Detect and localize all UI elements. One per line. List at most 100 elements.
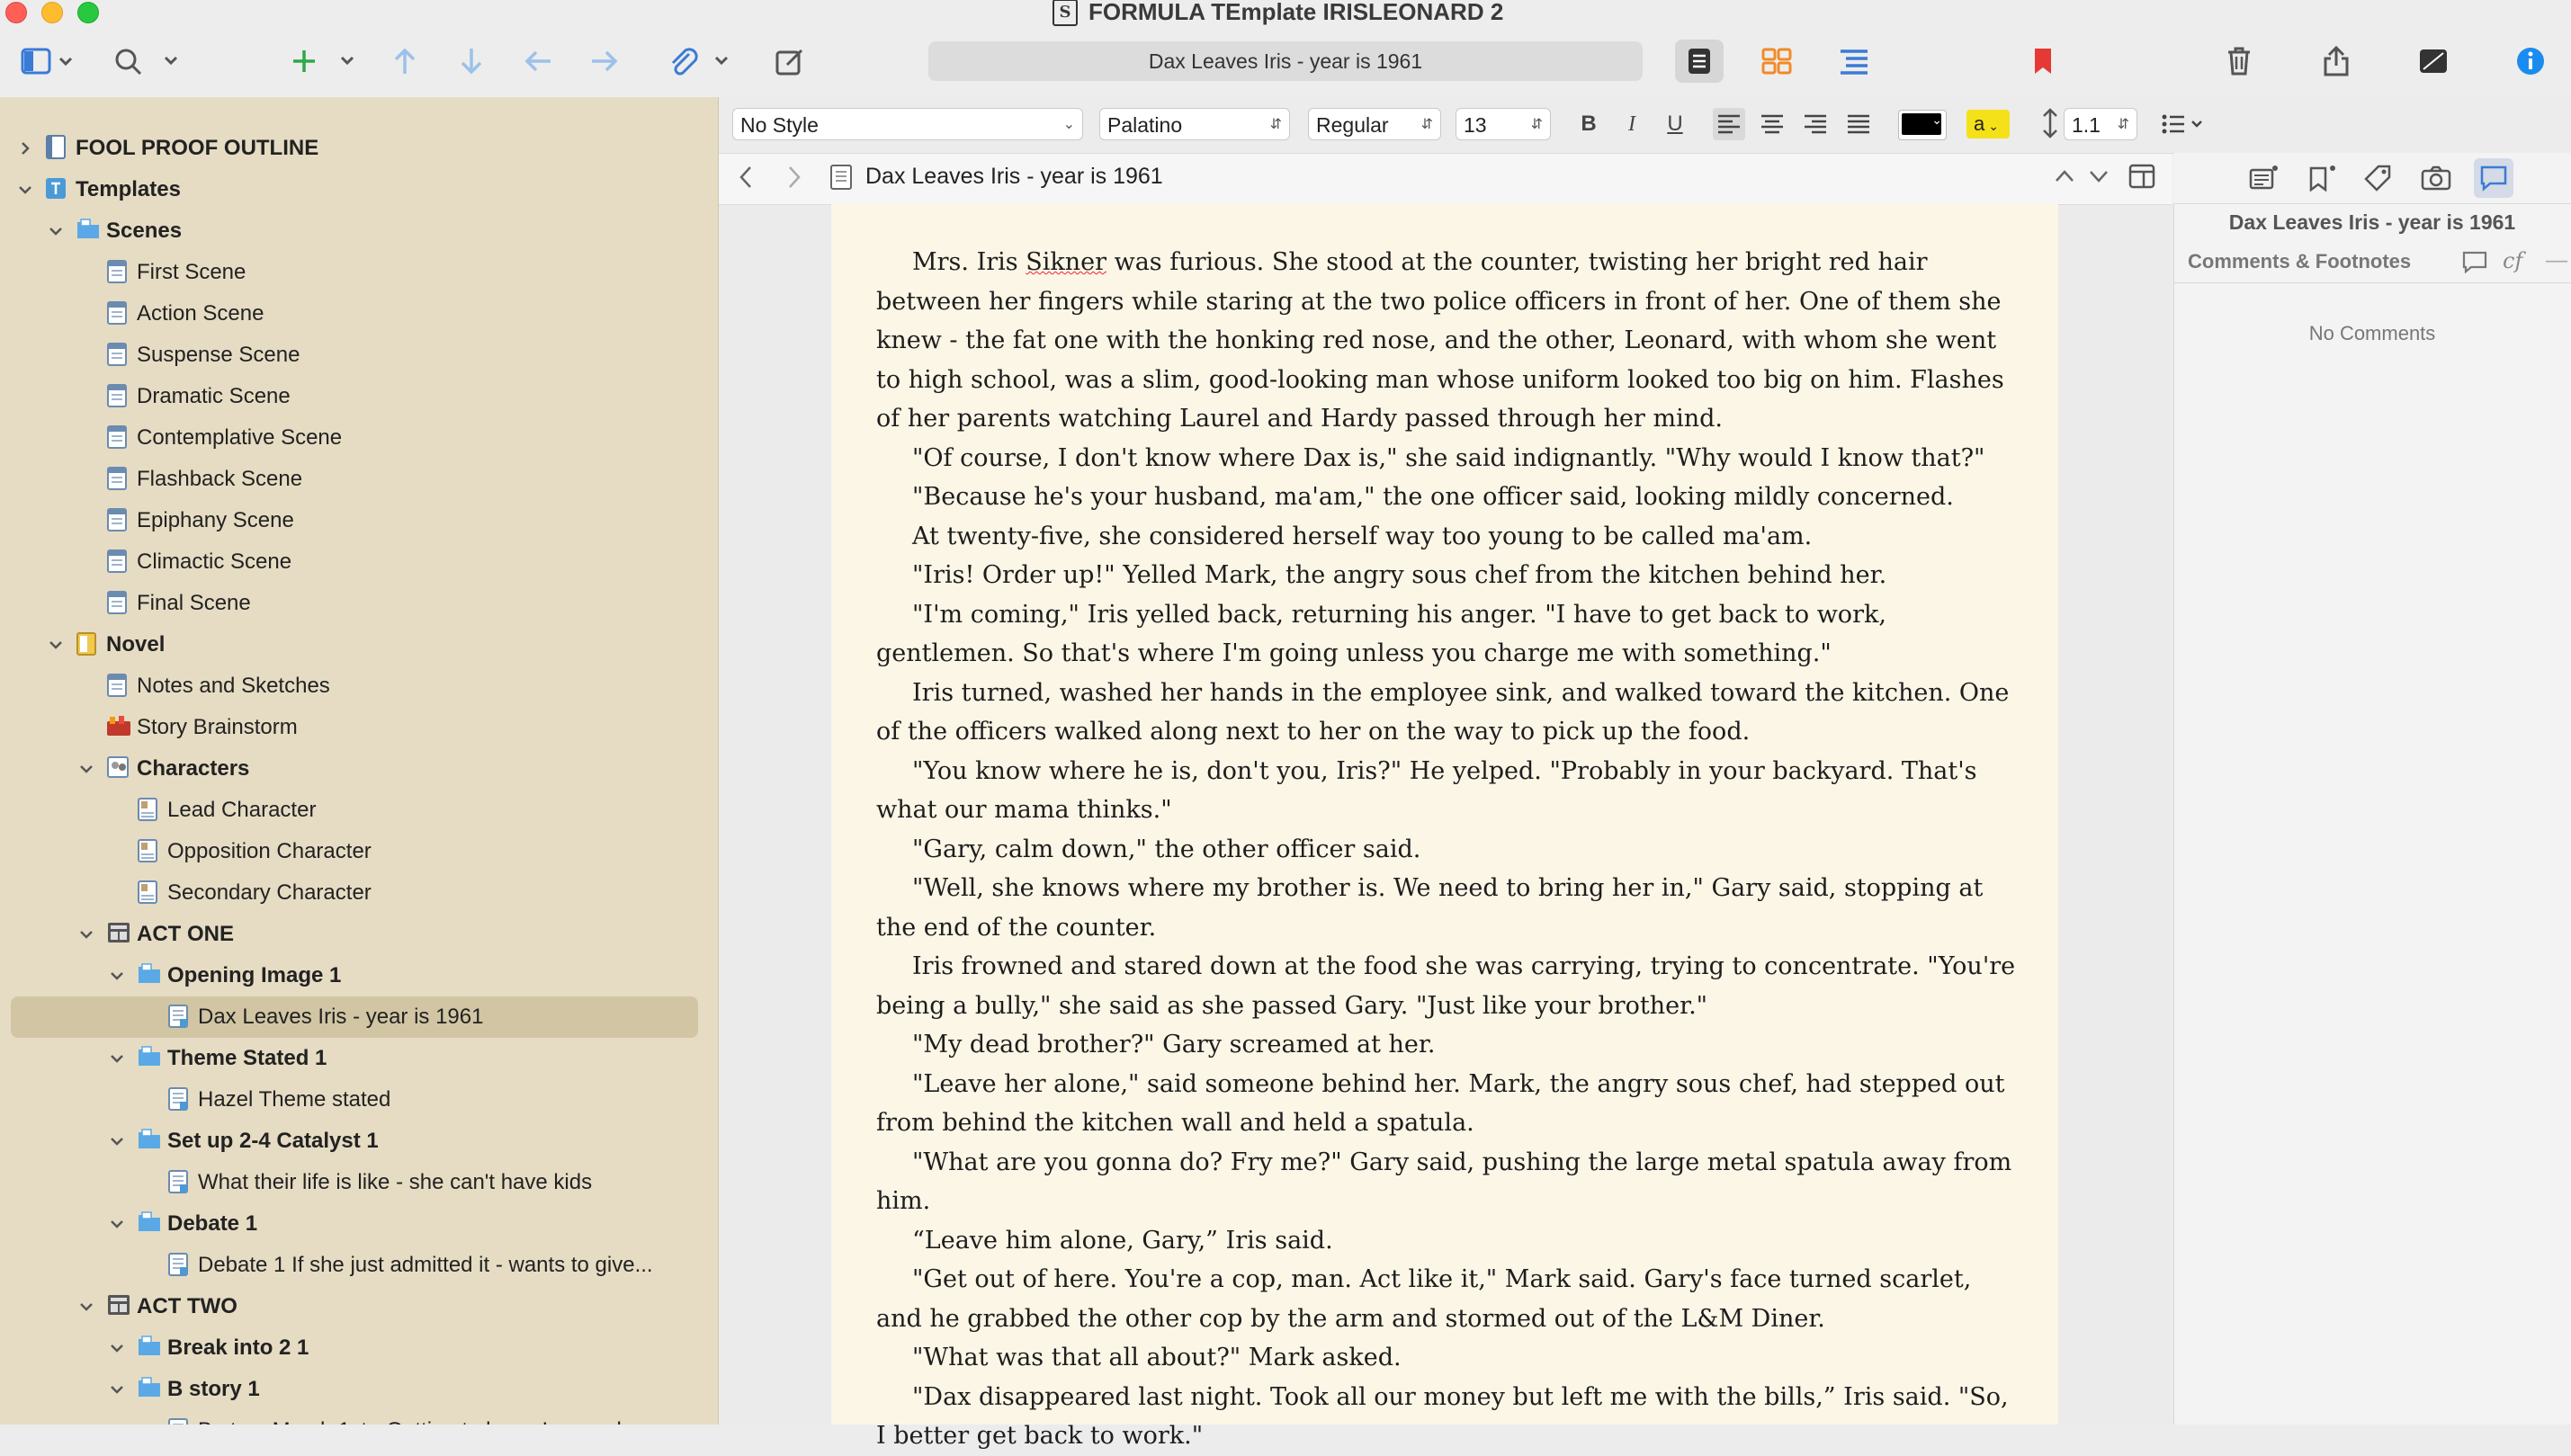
underline-button[interactable]: U xyxy=(1659,108,1691,140)
document-title-pill[interactable]: Dax Leaves Iris - year is 1961 xyxy=(928,41,1643,81)
binder-item[interactable]: B-story March 1st - Getting to know Leon… xyxy=(0,1410,718,1425)
snapshots-tab[interactable] xyxy=(2416,158,2456,198)
binder-item[interactable]: Flashback Scene xyxy=(0,459,718,500)
disclosure-expanded-icon[interactable] xyxy=(108,1339,126,1357)
disclosure-expanded-icon[interactable] xyxy=(16,181,34,199)
navigate-forward-button[interactable] xyxy=(783,164,804,195)
bookmarks-tab[interactable] xyxy=(2301,158,2341,198)
list-style-button[interactable] xyxy=(2157,108,2211,140)
binder-item[interactable]: Scenes xyxy=(0,210,718,252)
binder-item[interactable]: Contemplative Scene xyxy=(0,417,718,459)
binder-item[interactable]: Opposition Character xyxy=(0,831,718,872)
disclosure-expanded-icon[interactable] xyxy=(47,636,65,654)
split-editor-button[interactable] xyxy=(2128,164,2155,193)
disclosure-expanded-icon[interactable] xyxy=(77,760,95,778)
disclosure-expanded-icon[interactable] xyxy=(108,1215,126,1233)
misspelled-word[interactable]: Sikner xyxy=(1026,248,1106,276)
highlight-color-well[interactable]: a ⌄ xyxy=(1966,110,2010,138)
add-footnote-button[interactable]: cf xyxy=(2503,248,2522,273)
binder-item[interactable]: B story 1 xyxy=(0,1369,718,1410)
binder-item[interactable]: Debate 1 xyxy=(0,1203,718,1245)
move-left-button[interactable] xyxy=(520,40,556,83)
binder-item[interactable]: Lead Character xyxy=(0,790,718,831)
binder-item[interactable]: Novel xyxy=(0,624,718,665)
notes-tab[interactable] xyxy=(2244,158,2283,198)
bold-button[interactable]: B xyxy=(1572,108,1605,140)
binder-item[interactable]: Dramatic Scene xyxy=(0,376,718,417)
comments-tab[interactable] xyxy=(2474,158,2513,198)
font-size-field[interactable]: 13 ⇵ xyxy=(1456,108,1551,140)
character-sheet-icon xyxy=(137,880,160,905)
binder-item[interactable]: First Scene xyxy=(0,252,718,293)
disclosure-expanded-icon[interactable] xyxy=(47,222,65,240)
attachment-button[interactable] xyxy=(666,40,734,83)
bookmarks-button[interactable] xyxy=(2019,40,2067,83)
outline-view-button[interactable] xyxy=(1830,40,1878,83)
window-zoom-button[interactable] xyxy=(77,2,99,23)
binder-item[interactable]: Debate 1 If she just admitted it - wants… xyxy=(0,1245,718,1286)
binder-item[interactable]: Theme Stated 1 xyxy=(0,1038,718,1079)
share-button[interactable] xyxy=(2312,40,2360,83)
binder-item[interactable]: FOOL PROOF OUTLINE xyxy=(0,128,718,169)
paragraph-style-select[interactable]: No Style ⌄ xyxy=(732,108,1083,140)
remove-comment-button[interactable]: — xyxy=(2546,248,2567,273)
binder-item[interactable]: Epiphany Scene xyxy=(0,500,718,541)
trash-button[interactable] xyxy=(2215,40,2263,83)
add-comment-button[interactable] xyxy=(2461,250,2488,280)
disclosure-expanded-icon[interactable] xyxy=(77,1298,95,1316)
binder-item[interactable]: Break into 2 1 xyxy=(0,1327,718,1369)
binder-item[interactable]: Notes and Sketches xyxy=(0,665,718,707)
view-sidebar-button[interactable] xyxy=(16,40,79,83)
line-spacing-field[interactable]: 1.1 ⇵ xyxy=(2064,108,2137,140)
move-right-button[interactable] xyxy=(587,40,623,83)
disclosure-expanded-icon[interactable] xyxy=(108,967,126,985)
disclosure-expanded-icon[interactable] xyxy=(108,1050,126,1067)
move-down-button[interactable] xyxy=(453,40,489,83)
window-minimize-button[interactable] xyxy=(41,2,63,23)
binder-item[interactable]: Climactic Scene xyxy=(0,541,718,583)
previous-document-button[interactable] xyxy=(2053,165,2076,192)
compose-button[interactable] xyxy=(772,40,808,83)
align-center-button[interactable] xyxy=(1756,108,1788,140)
align-right-button[interactable] xyxy=(1799,108,1832,140)
move-up-button[interactable] xyxy=(387,40,423,83)
navigate-back-button[interactable] xyxy=(736,164,757,195)
binder-item[interactable]: What their life is like - she can't have… xyxy=(0,1162,718,1203)
font-weight-select[interactable]: Regular ⇵ xyxy=(1308,108,1441,140)
disclosure-collapsed-icon[interactable] xyxy=(16,139,34,157)
next-document-button[interactable] xyxy=(2087,165,2110,192)
binder-item[interactable]: Suspense Scene xyxy=(0,335,718,376)
composition-mode-button[interactable] xyxy=(2409,40,2458,83)
binder-item[interactable]: Action Scene xyxy=(0,293,718,335)
binder-item[interactable]: ACT TWO xyxy=(0,1286,718,1327)
binder-item[interactable]: Final Scene xyxy=(0,583,718,624)
disclosure-expanded-icon[interactable] xyxy=(108,1380,126,1398)
corkboard-view-button[interactable] xyxy=(1752,40,1801,83)
binder-item[interactable]: Opening Image 1 xyxy=(0,955,718,996)
quick-search-button[interactable] xyxy=(112,40,184,83)
binder-item-label: First Scene xyxy=(137,260,246,284)
italic-button[interactable]: I xyxy=(1616,108,1648,140)
template-doc-icon xyxy=(106,342,130,367)
disclosure-expanded-icon[interactable] xyxy=(77,925,95,943)
disclosure-expanded-icon[interactable] xyxy=(108,1132,126,1150)
add-item-button[interactable] xyxy=(288,40,360,83)
scene-doc-icon xyxy=(167,1417,191,1425)
inspector-toggle-button[interactable] xyxy=(2506,40,2555,83)
align-left-button[interactable] xyxy=(1713,108,1745,140)
single-document-view-button[interactable] xyxy=(1675,40,1724,83)
binder-item[interactable]: Set up 2-4 Catalyst 1 xyxy=(0,1121,718,1162)
binder-item[interactable]: Characters xyxy=(0,748,718,790)
binder-item[interactable]: Story Brainstorm xyxy=(0,707,718,748)
align-justify-button[interactable] xyxy=(1842,108,1875,140)
metadata-tab[interactable] xyxy=(2359,158,2398,198)
font-family-select[interactable]: Palatino ⇵ xyxy=(1099,108,1290,140)
window-close-button[interactable] xyxy=(5,2,27,23)
binder-item[interactable]: Secondary Character xyxy=(0,872,718,914)
binder-item[interactable]: ACT ONE xyxy=(0,914,718,955)
binder-item[interactable]: Templates xyxy=(0,169,718,210)
editor-text[interactable]: Mrs. Iris Sikner was furious. She stood … xyxy=(876,243,2019,1456)
text-color-well[interactable]: ⌄ xyxy=(1898,110,1947,140)
binder-item[interactable]: Hazel Theme stated xyxy=(0,1079,718,1121)
binder-item-selected[interactable]: Dax Leaves Iris - year is 1961 xyxy=(11,996,698,1038)
